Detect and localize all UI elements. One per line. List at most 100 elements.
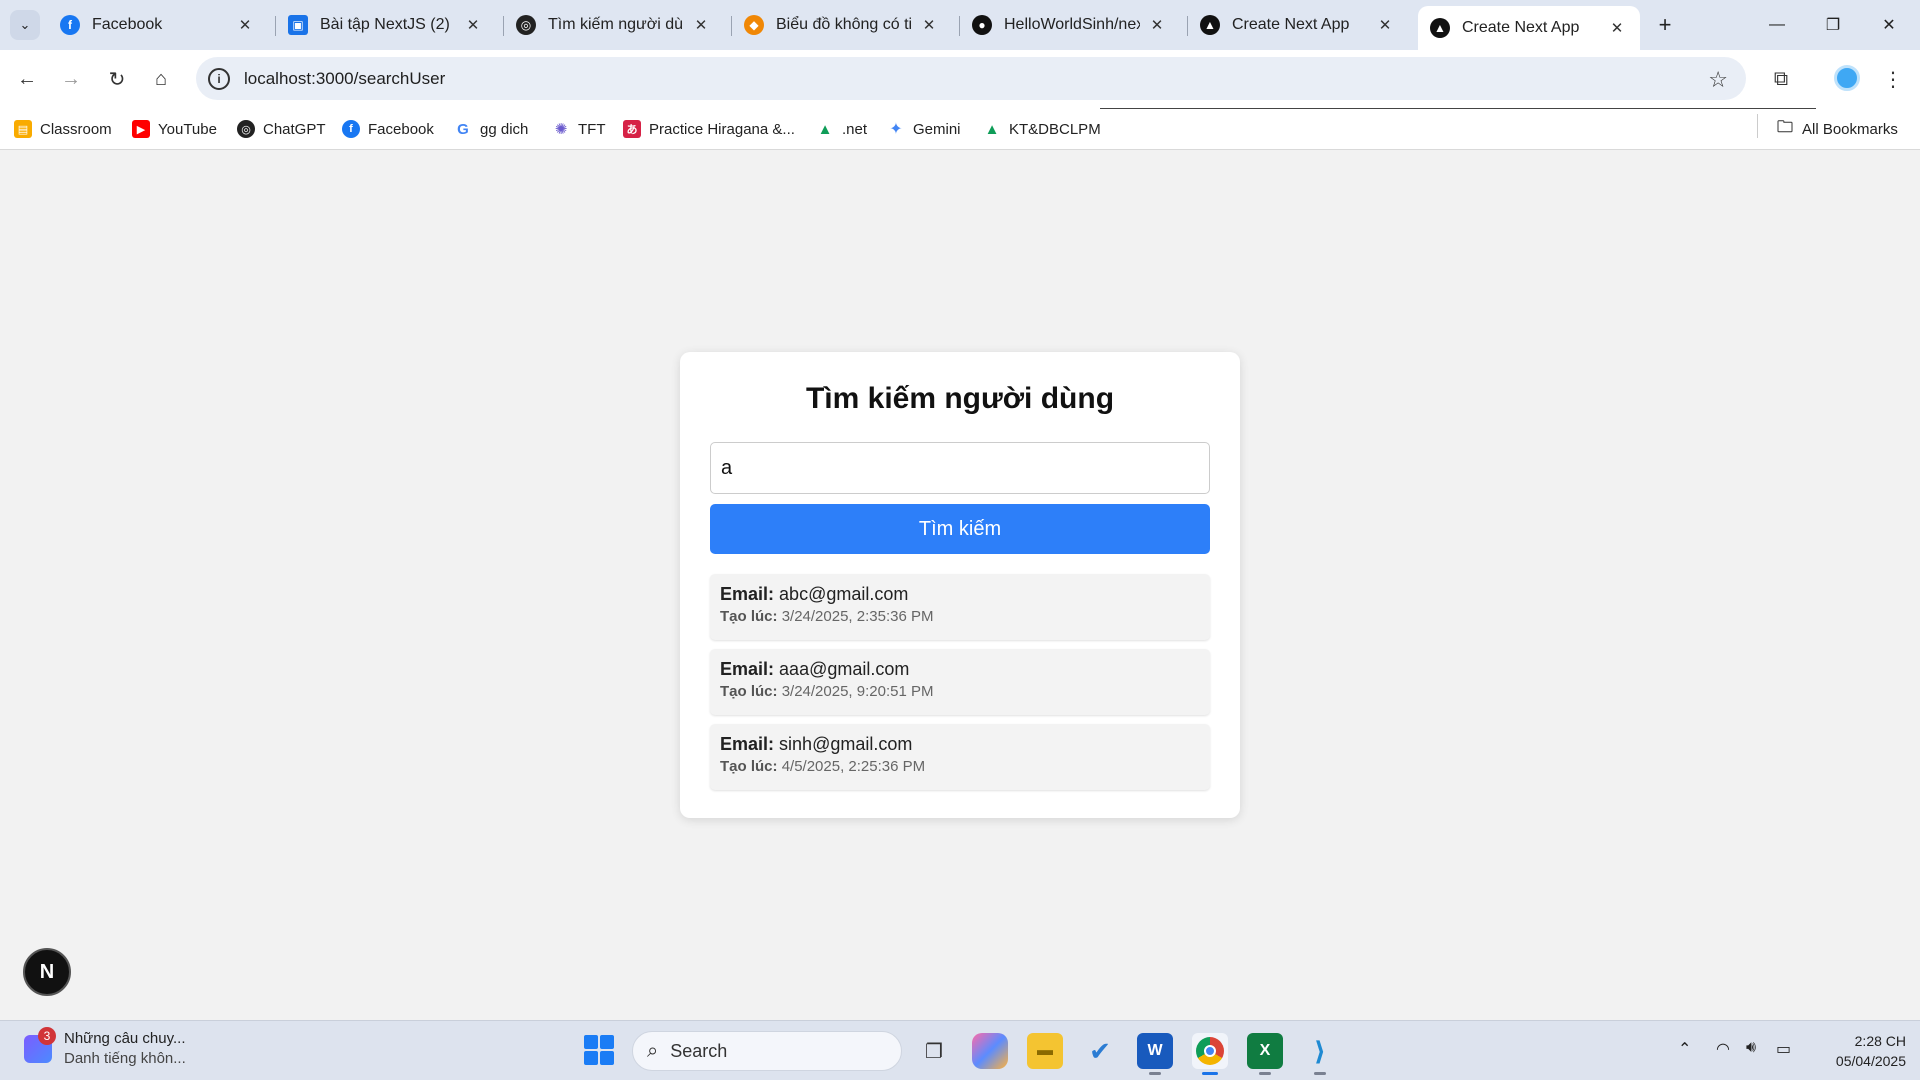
tab-strip: ⌄ f Facebook ✕ ▣ Bài tập NextJS (2) ✕ ◎ … xyxy=(0,0,1920,50)
email-label: Email: xyxy=(720,734,775,754)
bookmark-youtube[interactable]: ▶ YouTube xyxy=(132,116,217,142)
reload-button[interactable]: ↻ xyxy=(102,64,132,94)
close-icon[interactable]: ✕ xyxy=(1374,14,1396,36)
search-icon: ⌕ xyxy=(647,1039,659,1062)
minimize-button[interactable]: — xyxy=(1754,10,1800,40)
star-icon[interactable]: ☆ xyxy=(1708,67,1728,93)
taskbar-search-label: Search xyxy=(670,1040,728,1061)
classroom-icon: ▣ xyxy=(288,15,308,35)
clock-time: 2:28 CH xyxy=(1854,1033,1906,1049)
system-clock[interactable]: 2:28 CH 05/04/2025 xyxy=(1810,1031,1906,1071)
copilot-button[interactable] xyxy=(972,1033,1008,1069)
email-label: Email: xyxy=(720,584,775,604)
task-view-icon: ❐ xyxy=(925,1040,943,1063)
address-bar[interactable]: i localhost:3000/searchUser ☆ xyxy=(196,57,1746,100)
widget-headline: Những câu chuy... xyxy=(64,1030,186,1047)
created-label: Tạo lúc: xyxy=(720,758,778,775)
more-vert-icon: ⋮ xyxy=(1883,68,1903,91)
bookmark-label: Facebook xyxy=(368,120,434,138)
notification-badge: 3 xyxy=(38,1027,56,1045)
chrome-button[interactable] xyxy=(1192,1033,1228,1075)
vscode-icon: ⟩ xyxy=(1314,1035,1326,1066)
nextjs-dev-badge[interactable]: N xyxy=(23,948,71,996)
file-explorer-button[interactable]: ▬ xyxy=(1027,1033,1063,1069)
tab-facebook[interactable]: f Facebook ✕ xyxy=(48,6,268,44)
vscode-button[interactable]: ⟩ xyxy=(1302,1033,1338,1075)
minimize-icon: — xyxy=(1769,16,1785,33)
word-button[interactable]: W xyxy=(1137,1033,1173,1075)
bookmark-hiragana[interactable]: あ Practice Hiragana &... xyxy=(623,116,795,142)
excel-button[interactable]: X xyxy=(1247,1033,1283,1075)
home-button[interactable]: ⌂ xyxy=(146,64,176,94)
bookmark-gemini[interactable]: ✦ Gemini xyxy=(887,116,961,142)
wifi-icon[interactable]: ◠ xyxy=(1716,1039,1730,1059)
result-created: 3/24/2025, 9:20:51 PM xyxy=(781,683,934,700)
back-button[interactable]: ← xyxy=(12,64,42,94)
search-input[interactable] xyxy=(710,442,1210,494)
url-text[interactable]: localhost:3000/searchUser xyxy=(244,69,445,89)
bookmark-label: Gemini xyxy=(913,120,961,138)
hiragana-icon: あ xyxy=(623,120,641,138)
bookmark-net[interactable]: ▲ .net xyxy=(816,116,867,142)
facebook-icon: f xyxy=(342,120,360,138)
tab-create-next-app[interactable]: ▲ Create Next App ✕ xyxy=(1188,6,1408,44)
tab-bai-tap[interactable]: ▣ Bài tập NextJS (2) ✕ xyxy=(276,6,496,44)
new-tab-button[interactable]: + xyxy=(1652,12,1678,38)
nextjs-icon: ▲ xyxy=(1200,15,1220,35)
tab-github[interactable]: ● HelloWorldSinh/next ✕ xyxy=(960,6,1180,44)
widget-text: Những câu chuy... Danh tiếng khôn... xyxy=(64,1029,186,1069)
bookmark-tft[interactable]: ✺ TFT xyxy=(552,116,606,142)
chatgpt-icon: ◎ xyxy=(237,120,255,138)
close-icon[interactable]: ✕ xyxy=(234,14,256,36)
result-email-line: Email: sinh@gmail.com xyxy=(720,734,1200,755)
tab-search-button[interactable]: ⌄ xyxy=(10,10,40,40)
result-email: abc@gmail.com xyxy=(779,584,909,604)
tab-create-next-app-active[interactable]: ▲ Create Next App ✕ xyxy=(1418,6,1640,50)
taskbar-search[interactable]: ⌕ Search xyxy=(632,1031,902,1071)
profile-avatar[interactable] xyxy=(1834,65,1860,91)
excel-icon: X xyxy=(1259,1042,1271,1059)
close-icon[interactable]: ✕ xyxy=(1146,14,1168,36)
close-icon[interactable]: ✕ xyxy=(462,14,484,36)
extensions-button[interactable]: ⧉ xyxy=(1766,64,1796,94)
page-title: Tìm kiếm người dùng xyxy=(805,382,1115,415)
nextjs-icon: ▲ xyxy=(1430,18,1450,38)
result-created: 4/5/2025, 2:25:36 PM xyxy=(781,758,926,775)
tab-title: HelloWorldSinh/next xyxy=(1004,16,1140,33)
chevron-up-icon[interactable]: ⌃ xyxy=(1678,1039,1691,1059)
task-view-button[interactable]: ❐ xyxy=(916,1033,952,1069)
folder-icon: 🗀 xyxy=(1776,118,1793,136)
close-window-button[interactable]: ✕ xyxy=(1866,10,1912,40)
search-button[interactable]: Tìm kiếm xyxy=(710,504,1210,554)
site-info-icon[interactable]: i xyxy=(208,67,230,90)
close-icon[interactable]: ✕ xyxy=(918,14,940,36)
bookmark-facebook[interactable]: f Facebook xyxy=(342,116,434,142)
bookmark-kt-dbclpm[interactable]: ▲ KT&DBCLPM xyxy=(983,116,1101,142)
youtube-icon: ▶ xyxy=(132,120,150,138)
result-email-line: Email: aaa@gmail.com xyxy=(720,659,1200,680)
volume-icon[interactable]: 🔊︎ xyxy=(1746,1039,1756,1057)
todo-button[interactable]: ✔ xyxy=(1082,1033,1118,1069)
forward-button[interactable]: → xyxy=(56,64,86,94)
github-icon: ● xyxy=(972,15,992,35)
all-bookmarks[interactable]: 🗀 All Bookmarks xyxy=(1776,116,1898,142)
gemini-icon: ✦ xyxy=(889,121,903,138)
facebook-icon: f xyxy=(60,15,80,35)
close-icon[interactable]: ✕ xyxy=(690,14,712,36)
home-icon: ⌂ xyxy=(154,67,168,90)
chatgpt-icon: ◎ xyxy=(516,15,536,35)
start-button[interactable] xyxy=(584,1035,614,1065)
bookmark-chatgpt[interactable]: ◎ ChatGPT xyxy=(237,116,326,142)
news-widget[interactable]: 3 Những câu chuy... Danh tiếng khôn... xyxy=(24,1027,186,1069)
folder-icon: ▬ xyxy=(1037,1042,1053,1059)
battery-icon[interactable]: ▭ xyxy=(1776,1039,1791,1059)
windows-logo-pane xyxy=(584,1035,598,1049)
bookmark-gg-dich[interactable]: G gg dich xyxy=(454,116,528,142)
menu-button[interactable]: ⋮ xyxy=(1878,64,1908,94)
tab-tim-kiem[interactable]: ◎ Tìm kiếm người dùng ✕ xyxy=(504,6,724,44)
tab-bieu-do[interactable]: ◆ Biểu đồ không có tiêu đề ✕ xyxy=(732,6,952,44)
restore-button[interactable]: ❐ xyxy=(1810,10,1856,40)
bookmarks-divider-line xyxy=(1100,108,1816,109)
bookmark-classroom[interactable]: ▤ Classroom xyxy=(14,116,112,142)
close-icon[interactable]: ✕ xyxy=(1606,17,1628,39)
